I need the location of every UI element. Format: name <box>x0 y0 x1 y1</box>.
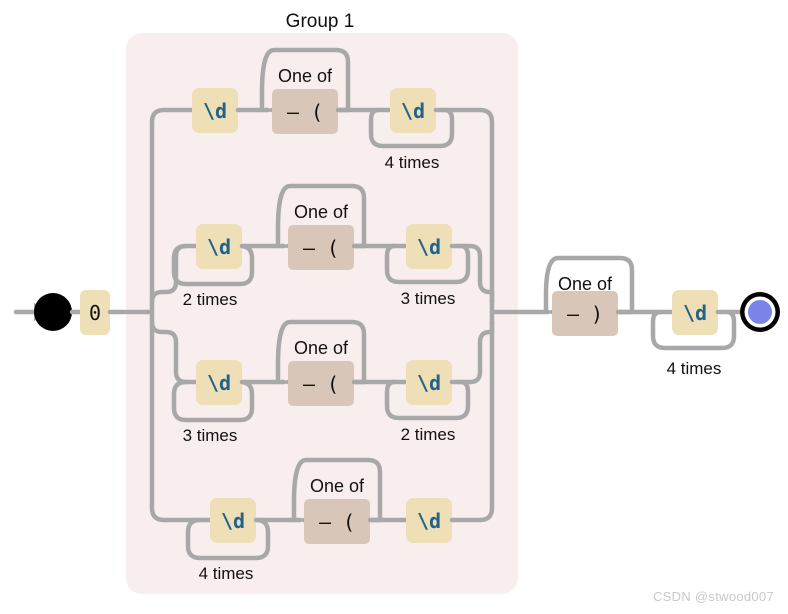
regex-railroad-diagram: Group 1 0 \d One of – (\d 4 times \d 2 … <box>0 0 788 614</box>
suffix-repeat-label: 4 times <box>667 359 722 378</box>
suffix-sequence: One of – ) \d 4 times <box>543 255 743 378</box>
end-node-group <box>740 292 780 332</box>
branch-2-oneof-title: One of <box>294 202 349 222</box>
branch-4-escape-2-label: \d <box>417 509 441 533</box>
branch-1-escape-2-label: \d <box>401 99 425 123</box>
railroad-svg: Group 1 0 \d One of – (\d 4 times \d 2 … <box>13 11 780 594</box>
branch-4-oneof-title: One of <box>310 476 365 496</box>
start-circle <box>34 293 72 331</box>
branch-1-escape-1-label: \d <box>203 99 227 123</box>
branch-3-repeat-2-label: 2 times <box>401 425 456 444</box>
branch-4-oneof-chars: – ( <box>319 510 355 534</box>
group-title: Group 1 <box>286 11 355 32</box>
branch-3-oneof-title: One of <box>294 338 349 358</box>
branch-3-escape-2-label: \d <box>417 371 441 395</box>
branch-2-repeat-2-label: 3 times <box>401 289 456 308</box>
branch-2-escape-1-label: \d <box>207 235 231 259</box>
branch-1-oneof-chars: – ( <box>287 100 323 124</box>
end-circle <box>748 300 772 324</box>
branch-3-repeat-1-label: 3 times <box>183 426 238 445</box>
branch-3-escape-1-label: \d <box>207 371 231 395</box>
branch-1-oneof-title: One of <box>278 66 333 86</box>
branch-3-oneof-chars: – ( <box>303 372 339 396</box>
branch-4-escape-1-label: \d <box>221 509 245 533</box>
watermark-text: CSDN @stwood007 <box>652 589 774 604</box>
start-node-group <box>13 293 72 331</box>
branch-2-repeat-1-label: 2 times <box>183 290 238 309</box>
branch-2-oneof-chars: – ( <box>303 236 339 260</box>
suffix-oneof-chars: – ) <box>567 302 603 326</box>
branch-2-escape-2-label: \d <box>417 235 441 259</box>
branch-4-repeat-1-label: 4 times <box>199 564 254 583</box>
branch-1-repeat-label: 4 times <box>385 153 440 172</box>
literal-zero-label: 0 <box>89 301 101 325</box>
suffix-escape-label: \d <box>683 301 707 325</box>
